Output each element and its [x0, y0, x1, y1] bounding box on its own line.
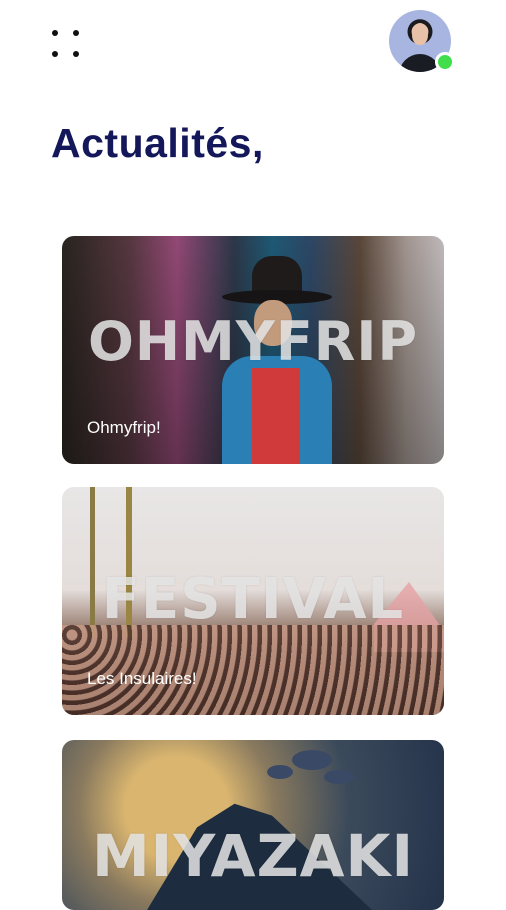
grid-dot [72, 50, 79, 57]
news-card-ohmyfrip[interactable]: OHMYFRIP Ohmyfrip! [62, 236, 444, 464]
cloud [324, 770, 354, 784]
card-headline: MIYAZAKI [91, 822, 415, 890]
grid-dots-icon [51, 29, 58, 36]
card-headline: OHMYFRIP [87, 310, 419, 373]
card-subtitle: Les Insulaires! [87, 669, 197, 688]
shirt [252, 368, 300, 464]
online-status-indicator [435, 52, 455, 72]
avatar[interactable] [389, 10, 455, 72]
card-subtitle: Ohmyfrip! [87, 418, 161, 437]
menu-button[interactable] [46, 24, 84, 62]
grid-dot [72, 29, 79, 36]
card-headline: FESTIVAL [101, 567, 405, 632]
news-card-festival[interactable]: FESTIVAL Les Insulaires! [62, 487, 444, 715]
grid-dot [51, 50, 58, 57]
cloud [267, 765, 293, 779]
cloud [292, 750, 332, 770]
avatar-face [412, 23, 428, 45]
page-title: Actualités, [51, 120, 264, 166]
news-card-miyazaki[interactable]: MIYAZAKI [62, 740, 444, 910]
